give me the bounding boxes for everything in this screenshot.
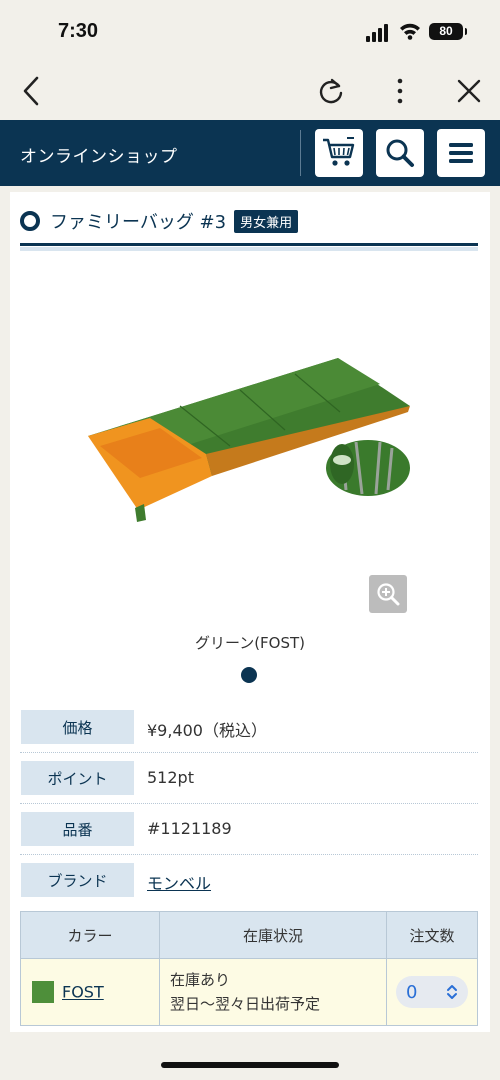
product-title-row: ファミリーバッグ #3 男女兼用 bbox=[20, 206, 299, 236]
close-icon bbox=[457, 79, 481, 103]
quantity-cell: 0 bbox=[386, 958, 478, 1026]
site-header: オンラインショップ bbox=[0, 120, 500, 186]
product-title: ファミリーバッグ #3 bbox=[50, 212, 227, 233]
color-swatch bbox=[32, 981, 54, 1003]
back-button[interactable] bbox=[12, 72, 50, 110]
reload-button[interactable] bbox=[312, 72, 350, 110]
product-code-value: #1121189 bbox=[147, 819, 232, 838]
zoom-button[interactable] bbox=[369, 575, 407, 613]
brand-label: ブランド bbox=[21, 863, 134, 897]
chevron-up-down-icon bbox=[447, 985, 457, 999]
chevron-left-icon bbox=[23, 76, 39, 106]
zoom-in-icon bbox=[377, 583, 400, 606]
stock-status-cell: 在庫あり 翌日～翌々日出荷予定 bbox=[159, 958, 387, 1026]
title-underline bbox=[20, 243, 478, 246]
color-cell: FOST bbox=[20, 958, 160, 1026]
color-code-link[interactable]: FOST bbox=[62, 983, 104, 1002]
close-button[interactable] bbox=[450, 72, 488, 110]
wifi-icon bbox=[400, 23, 420, 40]
quantity-value: 0 bbox=[406, 982, 418, 1003]
search-button[interactable] bbox=[376, 129, 424, 177]
price-value: ¥9,400（税込） bbox=[147, 721, 267, 740]
brand-value: モンベル bbox=[147, 870, 211, 894]
quantity-select[interactable]: 0 bbox=[396, 976, 468, 1008]
site-title[interactable]: オンラインショップ bbox=[20, 142, 178, 167]
shipping-estimate: 翌日～翌々日出荷予定 bbox=[170, 995, 321, 1013]
stock-table-header: カラー 在庫状況 注文数 bbox=[20, 911, 478, 959]
menu-button[interactable] bbox=[437, 129, 485, 177]
product-image[interactable] bbox=[80, 350, 420, 530]
battery-indicator: 80 bbox=[429, 23, 467, 40]
browser-toolbar bbox=[0, 62, 500, 120]
points-row: ポイント 512pt bbox=[20, 753, 478, 804]
price-label: 価格 bbox=[21, 710, 134, 744]
color-column-header: カラー bbox=[20, 911, 160, 959]
hamburger-menu-icon bbox=[449, 143, 473, 163]
status-time: 7:30 bbox=[58, 20, 99, 42]
color-selector-dot[interactable] bbox=[241, 667, 257, 683]
home-indicator bbox=[161, 1062, 339, 1068]
points-value: 512pt bbox=[147, 768, 194, 787]
brand-row: ブランド モンベル bbox=[20, 855, 478, 905]
reload-icon bbox=[319, 78, 343, 104]
price-row: 価格 ¥9,400（税込） bbox=[20, 702, 478, 753]
points-label: ポイント bbox=[21, 761, 134, 795]
title-underline-light bbox=[20, 247, 478, 251]
product-card bbox=[10, 192, 490, 1032]
cart-button[interactable] bbox=[315, 129, 363, 177]
more-options-button[interactable] bbox=[381, 72, 419, 110]
color-caption: グリーン(FOST) bbox=[194, 634, 306, 652]
product-code-row: 品番 #1121189 bbox=[20, 804, 478, 855]
table-row: FOST 在庫あり 翌日～翌々日出荷予定 0 bbox=[20, 958, 478, 1026]
search-icon bbox=[386, 139, 414, 167]
header-divider bbox=[300, 130, 301, 176]
cart-icon bbox=[323, 137, 355, 166]
more-vertical-icon bbox=[397, 78, 403, 104]
quantity-column-header: 注文数 bbox=[386, 911, 478, 959]
stock-status-column-header: 在庫状況 bbox=[159, 911, 387, 959]
circle-bullet-icon bbox=[20, 211, 40, 231]
product-code-label: 品番 bbox=[21, 812, 134, 846]
brand-link[interactable]: モンベル bbox=[147, 874, 211, 893]
gender-tag: 男女兼用 bbox=[234, 209, 299, 233]
stock-status: 在庫あり bbox=[170, 971, 231, 989]
stock-table: カラー 在庫状況 注文数 FOST 在庫あり 翌日～翌々日出荷予定 0 bbox=[20, 911, 478, 1026]
cellular-signal-icon bbox=[366, 24, 388, 42]
status-bar: 7:30 80 bbox=[0, 0, 500, 62]
